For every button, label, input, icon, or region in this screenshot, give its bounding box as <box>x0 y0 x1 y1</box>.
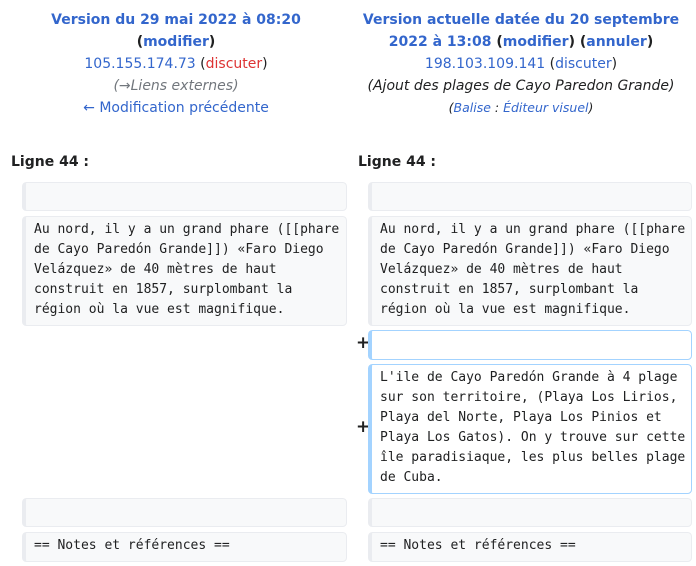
current-edit-summary: (Ajout des plages de Cayo Paredon Grande… <box>367 78 675 94</box>
old-line-number: Ligne 44 : <box>11 154 90 170</box>
current-revision-header: Version actuelle datée du 20 septembre 2… <box>350 9 692 119</box>
old-context-paragraph: Au nord, il y a un grand phare ([[phare … <box>22 216 347 326</box>
old-context-empty-2 <box>22 498 347 527</box>
new-context-paragraph: Au nord, il y a un grand phare ([[phare … <box>368 216 692 326</box>
old-revision-header: Version du 29 mai 2022 à 08:20 (modifier… <box>22 9 330 119</box>
undo-link[interactable]: annuler <box>586 34 647 50</box>
added-empty-line <box>368 330 692 360</box>
new-line-number: Ligne 44 : <box>358 154 437 170</box>
previous-edit-link[interactable]: ← Modification précédente <box>83 100 269 116</box>
tag-line: (Balise : Éditeur visuel) <box>448 100 594 115</box>
old-context-empty-1 <box>22 182 347 211</box>
current-revision-link-date[interactable]: 2022 à 13:08 <box>389 34 492 50</box>
old-modify-link[interactable]: modifier <box>143 34 209 50</box>
current-modify-link[interactable]: modifier <box>503 34 569 50</box>
added-paragraph: L'ile de Cayo Paredón Grande à 4 plage s… <box>368 364 692 494</box>
current-talk-link[interactable]: discuter <box>555 56 612 72</box>
old-user-link[interactable]: 105.155.174.73 <box>84 56 195 72</box>
old-revision-link[interactable]: Version du 29 mai 2022 à 08:20 <box>51 12 301 28</box>
old-talk-link[interactable]: discuter <box>206 56 263 72</box>
old-edit-summary: (→Liens externes) <box>113 78 239 94</box>
current-user-link[interactable]: 198.103.109.141 <box>425 56 545 72</box>
tag-label-link[interactable]: Balise <box>454 100 491 115</box>
current-revision-link[interactable]: Version actuelle datée du 20 septembre <box>363 12 679 28</box>
new-context-empty-2 <box>368 498 692 527</box>
old-context-notes: == Notes et références == <box>22 532 347 562</box>
tag-value-link[interactable]: Éditeur visuel <box>503 100 588 115</box>
new-context-empty-1 <box>368 182 692 211</box>
new-context-notes: == Notes et références == <box>368 532 692 562</box>
